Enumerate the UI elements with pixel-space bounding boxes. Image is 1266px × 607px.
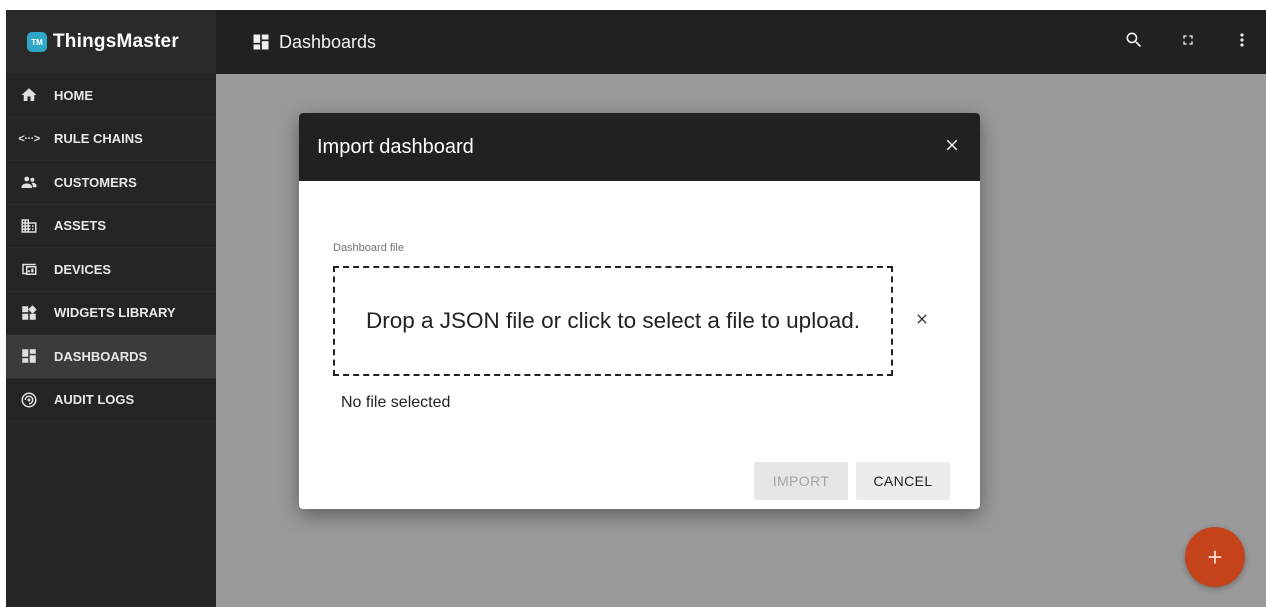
audit-logs-icon bbox=[18, 390, 40, 410]
widgets-library-icon bbox=[18, 303, 40, 323]
app-window: TM ThingsMaster HOME <···> RULE CHAINS C… bbox=[6, 10, 1266, 607]
sidebar-item-customers[interactable]: CUSTOMERS bbox=[6, 161, 216, 205]
sidebar-item-label: WIDGETS LIBRARY bbox=[54, 305, 176, 321]
home-icon bbox=[18, 85, 40, 105]
topbar: Dashboards bbox=[216, 10, 1266, 74]
customers-icon bbox=[18, 172, 40, 192]
sidebar-item-audit-logs[interactable]: AUDIT LOGS bbox=[6, 379, 216, 422]
devices-icon bbox=[18, 259, 40, 279]
more-vert-icon bbox=[1232, 30, 1252, 55]
fullscreen-button[interactable] bbox=[1164, 18, 1212, 66]
sidebar-item-label: DEVICES bbox=[54, 261, 112, 277]
dropzone-text: Drop a JSON file or click to select a fi… bbox=[366, 308, 860, 333]
cancel-button[interactable]: CANCEL bbox=[856, 462, 950, 500]
sidebar-item-label: DASHBOARDS bbox=[54, 348, 148, 364]
dashboards-icon bbox=[18, 346, 40, 366]
close-icon bbox=[943, 136, 961, 159]
file-status: No file selected bbox=[341, 394, 451, 411]
brand-logo-icon: TM bbox=[27, 32, 47, 52]
rule-chains-icon: <···> bbox=[18, 132, 40, 145]
sidebar-item-home[interactable]: HOME bbox=[6, 74, 216, 118]
sidebar-item-label: ASSETS bbox=[54, 218, 107, 234]
brand[interactable]: TM ThingsMaster bbox=[6, 10, 216, 74]
search-button[interactable] bbox=[1110, 18, 1158, 66]
import-button[interactable]: IMPORT bbox=[754, 462, 848, 500]
sidebar-item-widgets-library[interactable]: WIDGETS LIBRARY bbox=[6, 292, 216, 335]
sidebar-item-assets[interactable]: ASSETS bbox=[6, 205, 216, 248]
brand-name: ThingsMaster bbox=[53, 31, 179, 52]
topbar-actions bbox=[1104, 10, 1266, 74]
sidebar: TM ThingsMaster HOME <···> RULE CHAINS C… bbox=[6, 10, 216, 607]
assets-icon bbox=[18, 216, 40, 236]
dashboards-icon bbox=[251, 32, 271, 52]
sidebar-item-label: AUDIT LOGS bbox=[54, 392, 135, 408]
sidebar-item-label: RULE CHAINS bbox=[54, 131, 143, 147]
sidebar-item-devices[interactable]: DEVICES bbox=[6, 248, 216, 292]
import-dashboard-dialog: Import dashboard Dashboard file Drop a J… bbox=[299, 113, 980, 509]
page-title: Dashboards bbox=[279, 31, 377, 52]
dashboard-file-label: Dashboard file bbox=[333, 242, 404, 254]
add-dashboard-button[interactable]: + bbox=[1185, 527, 1245, 587]
more-menu-button[interactable] bbox=[1218, 18, 1266, 66]
fullscreen-icon bbox=[1178, 30, 1198, 55]
dialog-header: Import dashboard bbox=[299, 113, 980, 181]
dialog-close-button[interactable] bbox=[938, 133, 966, 161]
clear-file-button[interactable] bbox=[910, 309, 934, 333]
dialog-title: Import dashboard bbox=[317, 135, 474, 158]
search-icon bbox=[1124, 30, 1144, 55]
file-dropzone[interactable]: Drop a JSON file or click to select a fi… bbox=[333, 266, 893, 376]
sidebar-item-label: HOME bbox=[54, 87, 93, 103]
sidebar-item-rule-chains[interactable]: <···> RULE CHAINS bbox=[6, 118, 216, 161]
sidebar-item-label: CUSTOMERS bbox=[54, 174, 137, 190]
sidebar-nav: HOME <···> RULE CHAINS CUSTOMERS ASSETS bbox=[6, 74, 216, 422]
sidebar-item-dashboards[interactable]: DASHBOARDS bbox=[6, 335, 216, 379]
close-icon bbox=[914, 311, 930, 332]
